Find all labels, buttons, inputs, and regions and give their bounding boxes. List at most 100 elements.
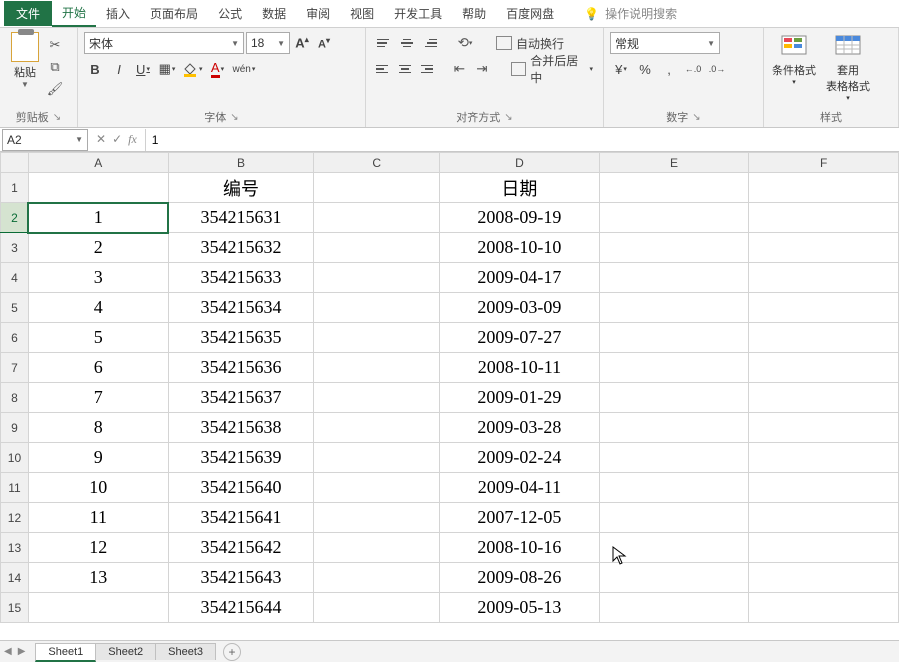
cell[interactable]: 354215642: [168, 533, 314, 563]
cell[interactable]: 5: [28, 323, 168, 353]
wrap-text-button[interactable]: 自动换行: [492, 32, 568, 54]
cell[interactable]: [314, 593, 440, 623]
cell[interactable]: [314, 263, 440, 293]
cell[interactable]: 2008-10-11: [440, 353, 600, 383]
row-header[interactable]: 11: [1, 473, 29, 503]
cell[interactable]: [314, 233, 440, 263]
sheet-tab[interactable]: Sheet3: [155, 643, 216, 660]
menu-file[interactable]: 文件: [4, 1, 52, 26]
cell[interactable]: 13: [28, 563, 168, 593]
align-launcher-icon[interactable]: ↘: [504, 112, 512, 123]
menu-insert[interactable]: 插入: [96, 1, 140, 26]
col-header-F[interactable]: F: [749, 153, 899, 173]
cell[interactable]: 10: [28, 473, 168, 503]
row-header[interactable]: 4: [1, 263, 29, 293]
cell[interactable]: 日期: [440, 173, 600, 203]
menu-home[interactable]: 开始: [52, 0, 96, 27]
format-as-table-button[interactable]: 套用 表格格式 ▾: [824, 32, 872, 102]
cell[interactable]: [599, 443, 749, 473]
bold-button[interactable]: B: [84, 58, 106, 80]
cell[interactable]: [28, 593, 168, 623]
cell[interactable]: [599, 233, 749, 263]
cell[interactable]: [749, 413, 899, 443]
copy-button[interactable]: ⧉: [46, 58, 64, 76]
menu-review[interactable]: 审阅: [296, 1, 340, 26]
cell[interactable]: [749, 383, 899, 413]
cell[interactable]: [314, 473, 440, 503]
align-middle-button[interactable]: [396, 32, 418, 54]
row-header[interactable]: 15: [1, 593, 29, 623]
select-all-corner[interactable]: [1, 153, 29, 173]
menu-baidu[interactable]: 百度网盘: [496, 1, 564, 26]
cell[interactable]: 2: [28, 233, 168, 263]
cell[interactable]: 354215639: [168, 443, 314, 473]
font-color-button[interactable]: A▾: [207, 58, 229, 80]
cell[interactable]: [28, 173, 168, 203]
cell[interactable]: [599, 323, 749, 353]
cell[interactable]: [599, 473, 749, 503]
cell[interactable]: [749, 353, 899, 383]
row-header[interactable]: 14: [1, 563, 29, 593]
cell[interactable]: 2007-12-05: [440, 503, 600, 533]
cell[interactable]: 3: [28, 263, 168, 293]
cell[interactable]: 4: [28, 293, 168, 323]
align-center-button[interactable]: [395, 58, 416, 80]
cell[interactable]: [749, 473, 899, 503]
cell[interactable]: [749, 503, 899, 533]
cell[interactable]: 2009-04-17: [440, 263, 600, 293]
fill-color-button[interactable]: ▾: [180, 58, 205, 80]
cell[interactable]: [314, 353, 440, 383]
phonetic-button[interactable]: wén▾: [231, 58, 258, 80]
row-header[interactable]: 3: [1, 233, 29, 263]
align-right-button[interactable]: [417, 58, 438, 80]
grow-font-button[interactable]: A▴: [292, 32, 312, 54]
cell[interactable]: 354215636: [168, 353, 314, 383]
decrease-indent-button[interactable]: ⇤: [449, 58, 470, 80]
merge-center-button[interactable]: 合并后居中 ▾: [507, 58, 597, 80]
row-header[interactable]: 13: [1, 533, 29, 563]
cell[interactable]: 11: [28, 503, 168, 533]
cell[interactable]: [599, 413, 749, 443]
cancel-formula-button[interactable]: ✕: [96, 132, 106, 147]
cell[interactable]: [749, 593, 899, 623]
cell[interactable]: 2009-03-28: [440, 413, 600, 443]
currency-button[interactable]: ¥▾: [610, 58, 632, 80]
sheet-tab[interactable]: Sheet1: [35, 643, 96, 662]
cell[interactable]: 12: [28, 533, 168, 563]
cell[interactable]: 354215635: [168, 323, 314, 353]
cell[interactable]: [314, 323, 440, 353]
row-header[interactable]: 9: [1, 413, 29, 443]
row-header[interactable]: 12: [1, 503, 29, 533]
cell[interactable]: 354215640: [168, 473, 314, 503]
menu-view[interactable]: 视图: [340, 1, 384, 26]
cell[interactable]: 8: [28, 413, 168, 443]
paste-button[interactable]: 粘贴 ▼: [6, 32, 44, 89]
cell[interactable]: 354215637: [168, 383, 314, 413]
shrink-font-button[interactable]: A▾: [314, 32, 334, 54]
cell[interactable]: 9: [28, 443, 168, 473]
font-name-select[interactable]: 宋体 ▼: [84, 32, 244, 54]
menu-formula[interactable]: 公式: [208, 1, 252, 26]
row-header[interactable]: 2: [1, 203, 29, 233]
cell[interactable]: 6: [28, 353, 168, 383]
cell[interactable]: [599, 353, 749, 383]
increase-decimal-button[interactable]: ←.0: [682, 58, 704, 80]
sheet-nav-prev[interactable]: ◀: [4, 646, 12, 657]
cell[interactable]: 354215643: [168, 563, 314, 593]
col-header-E[interactable]: E: [599, 153, 749, 173]
format-painter-button[interactable]: 🖌: [46, 80, 64, 98]
cell[interactable]: 354215634: [168, 293, 314, 323]
cell[interactable]: 354215641: [168, 503, 314, 533]
font-size-select[interactable]: 18 ▼: [246, 32, 290, 54]
cell[interactable]: [749, 563, 899, 593]
font-launcher-icon[interactable]: ↘: [230, 112, 238, 123]
number-format-select[interactable]: 常规 ▼: [610, 32, 720, 54]
cell[interactable]: [314, 413, 440, 443]
row-header[interactable]: 7: [1, 353, 29, 383]
cell[interactable]: [314, 503, 440, 533]
cell[interactable]: 7: [28, 383, 168, 413]
italic-button[interactable]: I: [108, 58, 130, 80]
cell[interactable]: [749, 323, 899, 353]
cell[interactable]: [599, 533, 749, 563]
cell[interactable]: 354215638: [168, 413, 314, 443]
